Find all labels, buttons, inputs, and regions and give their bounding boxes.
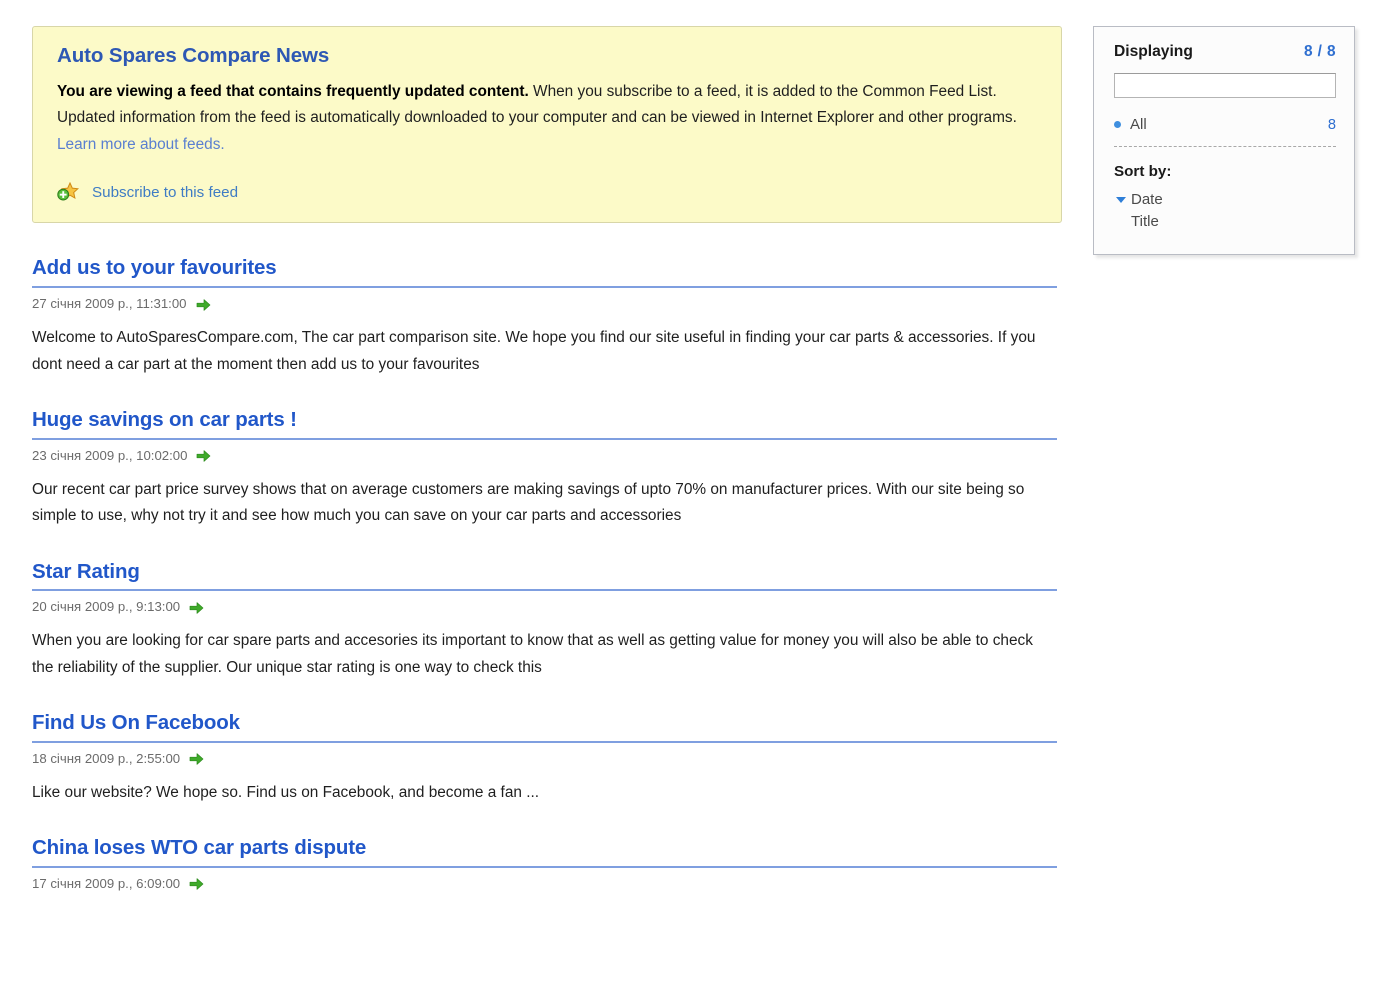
article-body: When you are looking for car spare parts… [32, 632, 1033, 676]
filter-all-left: All [1114, 116, 1147, 133]
article-item: China loses WTO car parts dispute 17 січ… [32, 836, 1062, 891]
subscribe-row[interactable]: Subscribe to this feed [57, 182, 1037, 202]
article-date: 20 січня 2009 р., 9:13:00 [32, 599, 181, 615]
caret-down-icon [1114, 196, 1127, 203]
displaying-label: Displaying [1114, 43, 1193, 60]
article-divider [32, 740, 1057, 743]
sort-by-label: Sort by: [1114, 163, 1172, 180]
green-arrow-icon[interactable] [189, 877, 204, 891]
article-meta: 18 січня 2009 р., 2:55:00 [32, 751, 1062, 766]
feed-info-banner: Auto Spares Compare News You are viewing… [32, 26, 1062, 224]
feed-title: Auto Spares Compare News [57, 44, 330, 67]
article-date: 23 січня 2009 р., 10:02:00 [32, 447, 188, 463]
article-divider [32, 589, 1057, 592]
article-title-link[interactable]: Find Us On Facebook [32, 711, 240, 735]
feed-description-lead: You are viewing a feed that contains fre… [57, 82, 529, 100]
subscribe-to-feed-link[interactable]: Subscribe to this feed [92, 184, 238, 201]
article-item: Find Us On Facebook 18 січня 2009 р., 2:… [32, 711, 1062, 806]
article-title-link[interactable]: Add us to your favourites [32, 256, 277, 280]
article-meta: 20 січня 2009 р., 9:13:00 [32, 599, 1062, 614]
blue-dot-icon [1114, 121, 1121, 128]
article-meta: 17 січня 2009 р., 6:09:00 [32, 876, 1062, 891]
feed-description: You are viewing a feed that contains fre… [57, 79, 1037, 159]
article-date: 17 січня 2009 р., 6:09:00 [32, 875, 181, 891]
article-body: Our recent car part price survey shows t… [32, 480, 1025, 525]
article-title-link[interactable]: Huge savings on car parts ! [32, 408, 297, 432]
search-input[interactable] [1114, 73, 1336, 98]
article-date: 27 січня 2009 р., 11:31:00 [32, 296, 187, 312]
article-divider [32, 286, 1057, 289]
displaying-header: Displaying 8 / 8 [1114, 43, 1336, 61]
article-item: Star Rating 20 січня 2009 р., 9:13:00 Wh… [32, 560, 1062, 682]
green-arrow-icon[interactable] [196, 298, 211, 312]
article-item: Huge savings on car parts ! 23 січня 200… [32, 408, 1062, 530]
feed-content-column: Auto Spares Compare News You are viewing… [32, 26, 1062, 921]
article-divider [32, 865, 1057, 868]
learn-more-about-feeds-link[interactable]: Learn more about feeds. [57, 136, 225, 153]
green-arrow-icon[interactable] [196, 449, 211, 463]
sort-option-date-label: Date [1131, 191, 1163, 208]
feed-reader-page: Auto Spares Compare News You are viewing… [0, 0, 1400, 1000]
article-meta: 27 січня 2009 р., 11:31:00 [32, 296, 1062, 311]
subscribe-star-icon [57, 182, 80, 202]
feed-filter-panel: Displaying 8 / 8 All 8 Sort by: Date Tit… [1093, 26, 1355, 255]
panel-divider [1114, 146, 1336, 147]
article-divider [32, 437, 1057, 440]
sort-option-title-label: Title [1131, 213, 1159, 230]
filter-all-label: All [1130, 116, 1147, 133]
article-list: Add us to your favourites 27 січня 2009 … [32, 256, 1062, 891]
article-title-link[interactable]: China loses WTO car parts dispute [32, 836, 366, 860]
green-arrow-icon[interactable] [189, 752, 204, 766]
article-body: Like our website? We hope so. Find us on… [32, 783, 540, 801]
displaying-count: 8 / 8 [1304, 43, 1336, 60]
article-body: Welcome to AutoSparesCompare.com, The ca… [32, 329, 1036, 373]
article-item: Add us to your favourites 27 січня 2009 … [32, 256, 1062, 378]
article-date: 18 січня 2009 р., 2:55:00 [32, 750, 181, 766]
filter-all-count: 8 [1327, 116, 1336, 133]
filter-item-all[interactable]: All 8 [1114, 116, 1336, 133]
sort-option-title[interactable]: Title [1114, 213, 1336, 230]
sort-option-date[interactable]: Date [1114, 191, 1336, 208]
green-arrow-icon[interactable] [189, 601, 204, 615]
article-title-link[interactable]: Star Rating [32, 560, 140, 584]
article-meta: 23 січня 2009 р., 10:02:00 [32, 448, 1062, 463]
